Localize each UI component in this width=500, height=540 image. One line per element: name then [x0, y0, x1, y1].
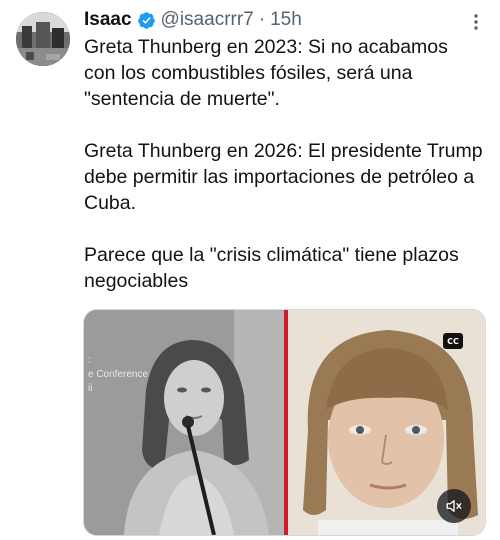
greta-conference-image: [84, 310, 284, 535]
tweet-header: Isaac @isaacrrr7 · 15h: [84, 9, 460, 31]
separator-dot: ·: [258, 9, 266, 30]
avatar-image: [16, 12, 70, 66]
tweet-paragraph: Greta Thunberg en 2026: El presidente Tr…: [84, 140, 483, 214]
tweet-paragraph: Greta Thunberg en 2023: Si no acabamos c…: [84, 36, 448, 110]
video-left-panel: : e Conference ii: [84, 310, 284, 535]
tweet-video[interactable]: : e Conference ii CC: [83, 309, 486, 536]
muted-speaker-icon: [446, 500, 462, 512]
more-options-icon[interactable]: [466, 12, 486, 32]
closed-captions-icon[interactable]: CC: [443, 333, 463, 349]
author-name[interactable]: Isaac: [84, 9, 132, 31]
verified-badge-icon: [137, 11, 155, 29]
conference-backdrop-text: : e Conference ii: [88, 355, 149, 394]
video-right-panel: CC: [288, 310, 485, 535]
tweet-text: Greta Thunberg en 2023: Si no acabamos c…: [84, 34, 484, 294]
author-handle[interactable]: @isaacrrr7: [161, 9, 254, 31]
avatar[interactable]: [16, 12, 70, 66]
mute-button[interactable]: [437, 489, 471, 523]
tweet-timestamp[interactable]: 15h: [270, 9, 302, 31]
tweet-paragraph: Parece que la "crisis climática" tiene p…: [84, 244, 459, 292]
